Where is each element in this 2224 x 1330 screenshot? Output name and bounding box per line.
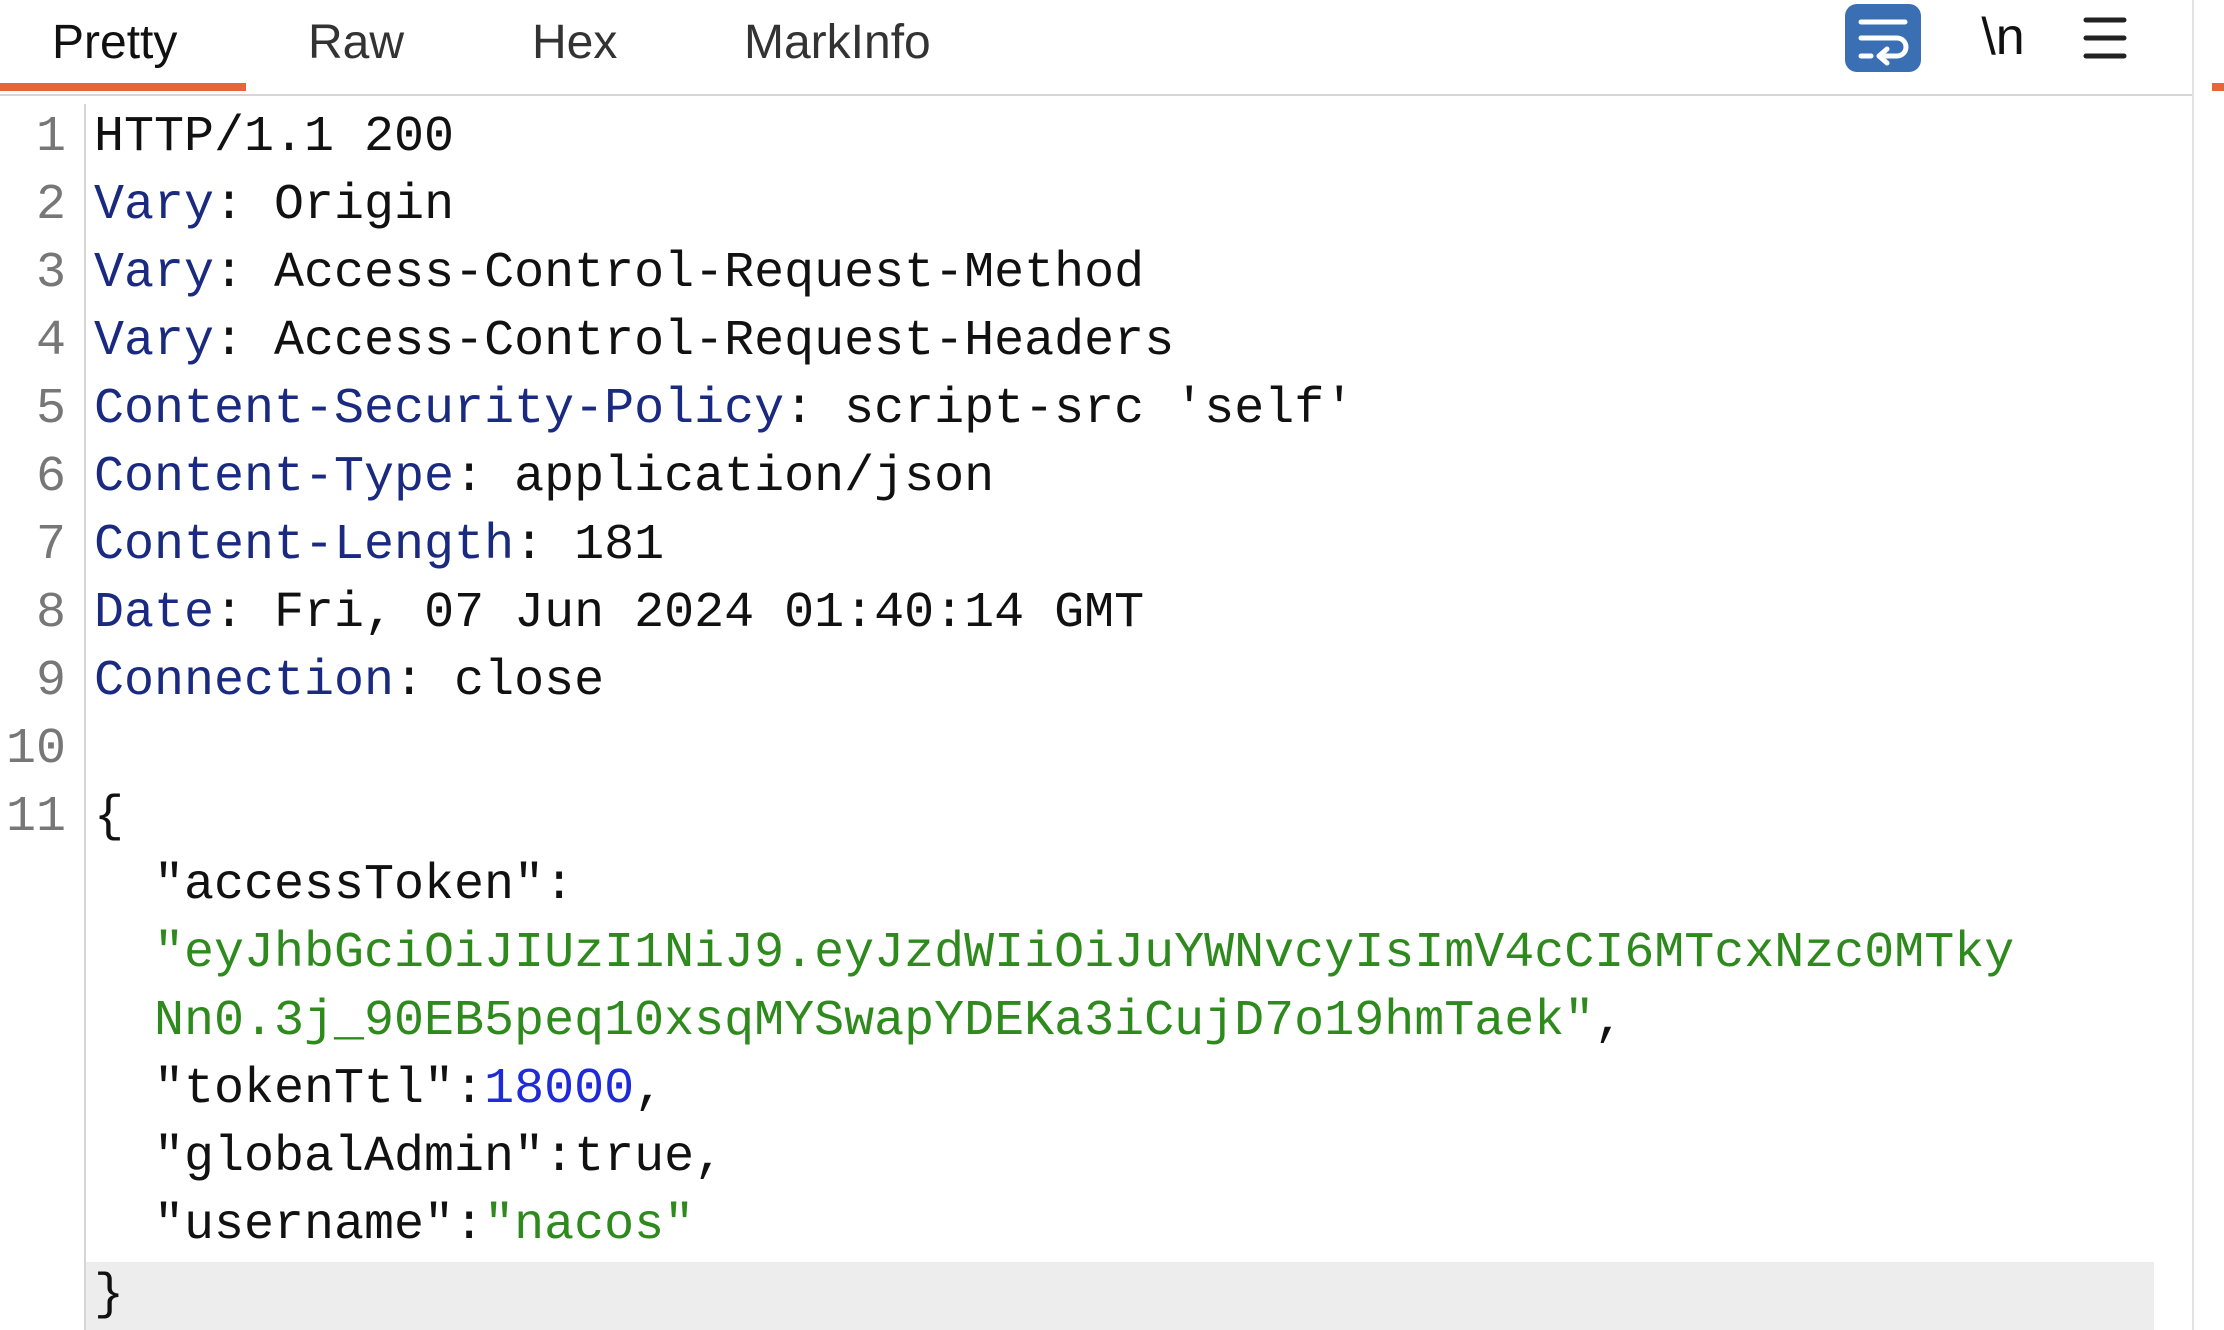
- json-access-token-value-line2: Nn0.3j_90EB5peq10xsqMYSwapYDEKa3iCujD7o1…: [154, 988, 1624, 1056]
- word-wrap-button[interactable]: [1845, 4, 1921, 72]
- status-line: HTTP/1.1 200: [94, 109, 455, 166]
- line-number: 9: [35, 653, 66, 710]
- tab-hex[interactable]: Hex: [532, 0, 617, 90]
- json-line-token-ttl: "tokenTtl":18000,: [154, 1056, 664, 1124]
- line-number: 8: [35, 585, 66, 642]
- line-number: 3: [35, 245, 66, 302]
- header-name: Date: [94, 585, 215, 642]
- header-line: Vary: Origin: [94, 172, 454, 240]
- header-name: Content-Type: [94, 449, 455, 506]
- json-colon: :: [544, 1129, 575, 1186]
- word-wrap-icon: [1858, 19, 1909, 66]
- json-comma: ,: [694, 1129, 725, 1186]
- hamburger-menu-button[interactable]: [2078, 14, 2132, 62]
- json-line-access-token-key: "accessToken":: [154, 852, 574, 920]
- json-string-value: "nacos": [484, 1197, 695, 1254]
- line-number: 7: [35, 517, 66, 574]
- json-comma: ,: [1594, 993, 1625, 1050]
- show-newlines-button[interactable]: \n: [1976, 4, 2030, 70]
- json-string-value: Nn0.3j_90EB5peq10xsqMYSwapYDEKa3iCujD7o1…: [154, 993, 1595, 1050]
- json-comma: ,: [634, 1061, 665, 1118]
- header-value: application/json: [514, 449, 995, 506]
- header-value: Origin: [274, 177, 455, 234]
- json-key: "tokenTtl": [154, 1061, 455, 1118]
- line-number: 4: [35, 313, 66, 370]
- json-colon: :: [544, 857, 575, 914]
- line-number: 6: [35, 449, 66, 506]
- json-colon: :: [454, 1197, 485, 1254]
- header-value: script-src 'self': [844, 381, 1355, 438]
- current-line-highlight: [86, 1262, 2154, 1330]
- header-line: Content-Security-Policy: script-src 'sel…: [94, 376, 1354, 444]
- line-number-gutter: 1 2 3 4 5 6 7 8 9 10 11: [0, 104, 86, 1330]
- header-name: Vary: [94, 313, 215, 370]
- tab-raw[interactable]: Raw: [308, 0, 404, 90]
- header-name: Vary: [94, 245, 215, 302]
- json-open-brace: {: [94, 789, 125, 846]
- json-key: "globalAdmin": [154, 1129, 545, 1186]
- json-key: "accessToken": [154, 857, 545, 914]
- json-colon: :: [454, 1061, 485, 1118]
- tab-bar: Pretty Raw Hex MarkInfo \n: [0, 0, 2192, 96]
- line-number: 1: [35, 109, 66, 166]
- header-separator: :: [784, 381, 845, 438]
- json-line-username: "username":"nacos": [154, 1192, 694, 1260]
- header-value: Fri, 07 Jun 2024 01:40:14 GMT: [274, 585, 1145, 642]
- json-access-token-value-line1: "eyJhbGciOiJIUzI1NiJ9.eyJzdWIiOiJuYWNvcy…: [154, 925, 2015, 982]
- header-name: Content-Security-Policy: [94, 381, 785, 438]
- header-name: Content-Length: [94, 517, 515, 574]
- json-boolean-value: true: [574, 1129, 695, 1186]
- hamburger-menu-icon: [2083, 17, 2127, 59]
- json-number-value: 18000: [484, 1061, 635, 1118]
- header-name: Vary: [94, 177, 215, 234]
- header-name: Connection: [94, 653, 395, 710]
- response-editor[interactable]: 1 2 3 4 5 6 7 8 9 10 11 HTTP/1.1 200 Var…: [0, 104, 2192, 1330]
- line-number: 5: [35, 381, 66, 438]
- header-separator: :: [514, 517, 575, 574]
- header-line: Vary: Access-Control-Request-Headers: [94, 308, 1174, 376]
- line-number: 10: [5, 721, 66, 778]
- header-line: Content-Type: application/json: [94, 444, 994, 512]
- pane-accent: [2212, 83, 2224, 91]
- header-separator: :: [214, 177, 275, 234]
- active-tab-indicator: [0, 83, 246, 91]
- json-line-global-admin: "globalAdmin":true,: [154, 1124, 724, 1192]
- pane-divider[interactable]: [2192, 0, 2194, 1330]
- header-line: Content-Length: 181: [94, 512, 664, 580]
- header-value: 181: [574, 517, 665, 574]
- json-key: "username": [154, 1197, 455, 1254]
- header-separator: :: [214, 245, 275, 302]
- header-value: Access-Control-Request-Headers: [274, 313, 1175, 370]
- tab-pretty[interactable]: Pretty: [52, 0, 177, 90]
- header-separator: :: [394, 653, 455, 710]
- header-separator: :: [454, 449, 515, 506]
- line-number: 11: [5, 789, 66, 846]
- header-separator: :: [214, 585, 275, 642]
- header-line: Connection: close: [94, 648, 604, 716]
- json-close-brace: }: [94, 1267, 125, 1324]
- header-value: Access-Control-Request-Method: [274, 245, 1145, 302]
- line-number: 2: [35, 177, 66, 234]
- tab-markinfo[interactable]: MarkInfo: [744, 0, 931, 90]
- header-separator: :: [214, 313, 275, 370]
- header-line: Vary: Access-Control-Request-Method: [94, 240, 1144, 308]
- header-value: close: [454, 653, 605, 710]
- header-line: Date: Fri, 07 Jun 2024 01:40:14 GMT: [94, 580, 1144, 648]
